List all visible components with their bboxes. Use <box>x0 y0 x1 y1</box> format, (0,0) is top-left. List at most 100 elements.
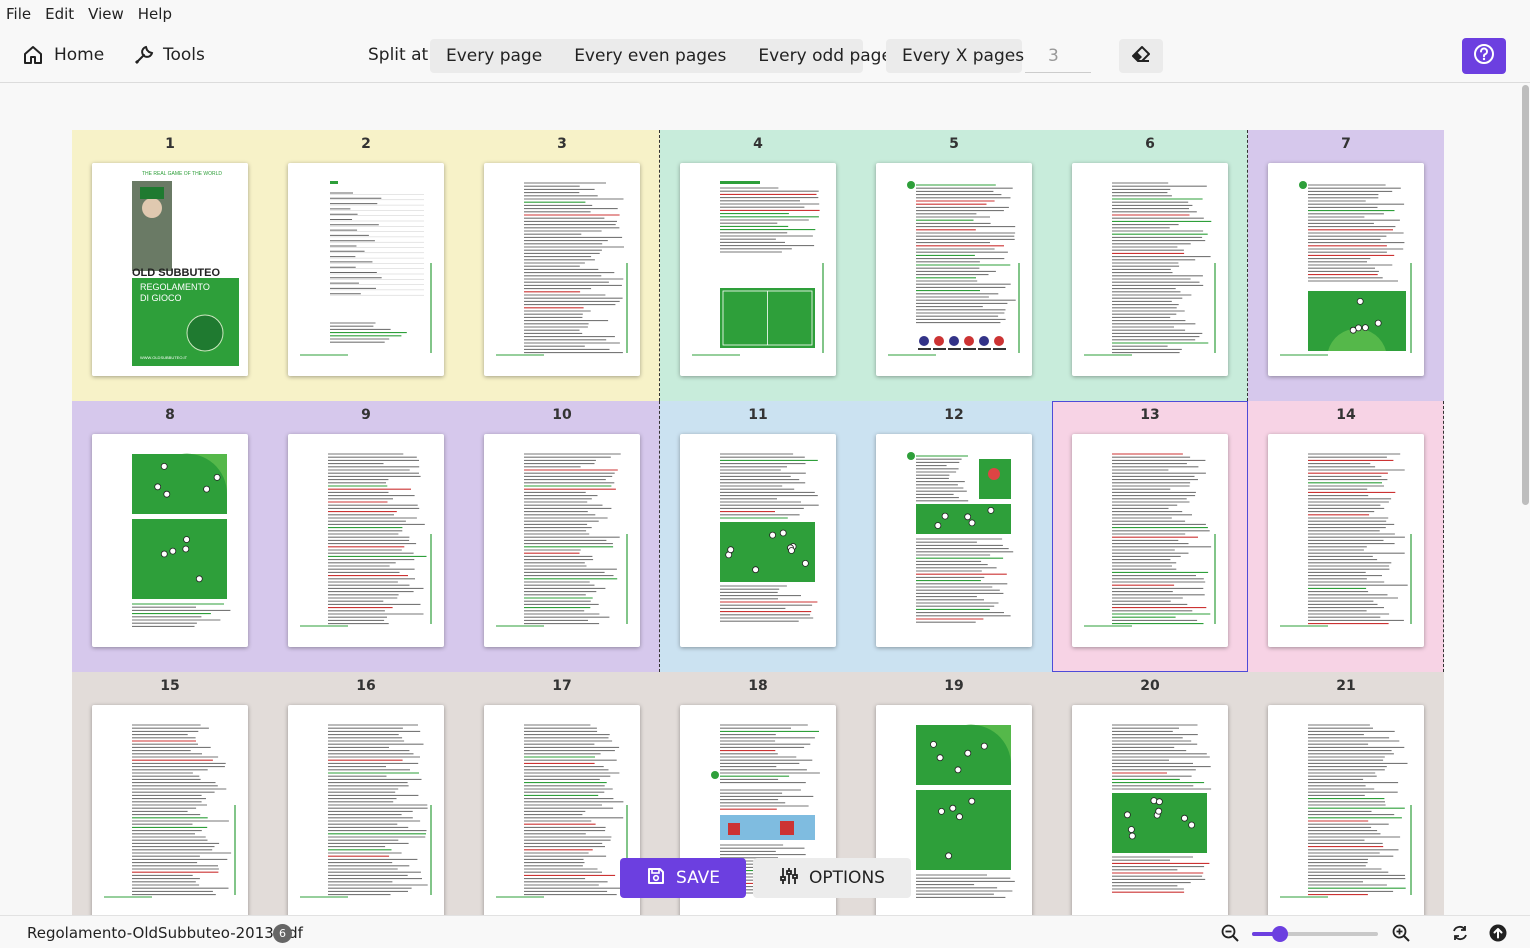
page-number: 1 <box>165 136 175 152</box>
help-icon <box>1473 43 1495 69</box>
cover-top-text: THE REAL GAME OF THE WORLD <box>142 171 222 177</box>
page-cell[interactable]: 5 <box>856 130 1052 401</box>
home-label: Home <box>54 45 105 65</box>
rotate-icon[interactable] <box>1450 923 1470 947</box>
page-number: 4 <box>753 136 763 152</box>
page-cell[interactable]: 4 <box>660 130 856 401</box>
split-marker[interactable] <box>659 130 660 401</box>
zoom-slider[interactable] <box>1252 926 1378 942</box>
file-name: Regolamento-OldSubbuteo-2013.pdf <box>27 924 303 942</box>
eraser-icon <box>1131 44 1151 69</box>
page-thumbnail[interactable] <box>484 705 640 915</box>
page-thumbnail[interactable] <box>876 163 1032 376</box>
page-thumbnail[interactable] <box>92 705 248 915</box>
page-thumbnail[interactable] <box>1268 705 1424 915</box>
page-thumbnail[interactable] <box>876 434 1032 647</box>
page-number: 5 <box>949 136 959 152</box>
page-thumbnail[interactable]: THE REAL GAME OF THE WORLD OLD SUBBUTEO RE… <box>92 163 248 376</box>
split-mode-group: Every page Every even pages Every odd pa… <box>430 39 901 73</box>
every-even-pages-button[interactable]: Every even pages <box>558 46 742 66</box>
page-thumbnail[interactable] <box>288 705 444 915</box>
help-button[interactable] <box>1462 38 1506 74</box>
status-bar: Regolamento-OldSubbuteo-2013.pdf 6 <box>0 915 1530 948</box>
selected-page-highlight <box>1052 401 1248 672</box>
cover-title: OLD SUBBUTEO <box>132 267 220 279</box>
every-x-pages-button[interactable]: Every X pages <box>886 39 1024 73</box>
page-thumbnail[interactable] <box>288 434 444 647</box>
menu-bar: File Edit View Help <box>0 0 1530 28</box>
page-cell[interactable]: 15 <box>72 672 268 915</box>
scrollbar-thumb[interactable] <box>1522 85 1529 505</box>
page-number: 2 <box>361 136 371 152</box>
save-button[interactable]: SAVE <box>620 858 746 898</box>
page-number: 9 <box>361 407 371 423</box>
menu-edit[interactable]: Edit <box>38 0 81 28</box>
page-cell[interactable]: 10 <box>464 401 660 672</box>
sliders-icon <box>779 866 799 891</box>
file-count-badge: 6 <box>273 924 292 943</box>
menu-view[interactable]: View <box>81 0 131 28</box>
page-thumbnail[interactable] <box>680 434 836 647</box>
page-thumbnail[interactable] <box>1268 434 1424 647</box>
upload-icon[interactable] <box>1488 923 1508 947</box>
page-cell[interactable]: 16 <box>268 672 464 915</box>
menu-help[interactable]: Help <box>131 0 179 28</box>
page-cell[interactable]: 1 THE REAL GAME OF THE WORLD OLD SUBBUTEO R… <box>72 130 268 401</box>
page-thumbnail[interactable] <box>680 163 836 376</box>
tools-button[interactable]: Tools <box>133 44 205 66</box>
page-thumbnail[interactable] <box>484 163 640 376</box>
page-number: 17 <box>552 678 572 694</box>
tools-label: Tools <box>163 45 205 65</box>
vertical-scrollbar[interactable] <box>1521 83 1530 915</box>
page-cell[interactable]: 9 <box>268 401 464 672</box>
split-marker[interactable] <box>1247 130 1248 401</box>
home-icon <box>22 44 44 66</box>
zoom-slider-handle[interactable] <box>1271 926 1288 942</box>
page-cell[interactable]: 20 <box>1052 672 1248 915</box>
page-thumbnail[interactable] <box>1072 705 1228 915</box>
split-marker[interactable] <box>1443 401 1444 672</box>
page-cell[interactable]: 7 <box>1248 130 1444 401</box>
page-cell[interactable]: 21 <box>1248 672 1444 915</box>
page-cell[interactable]: 6 <box>1052 130 1248 401</box>
cover-subtitle: REGOLAMENTO <box>140 282 210 292</box>
page-cell[interactable]: 14 <box>1248 401 1444 672</box>
x-pages-input[interactable]: 3 <box>1025 39 1091 73</box>
page-cell[interactable]: 2 <box>268 130 464 401</box>
page-number: 16 <box>356 678 376 694</box>
split-at-label: Split at: <box>368 45 434 65</box>
page-number: 20 <box>1140 678 1160 694</box>
page-number: 19 <box>944 678 964 694</box>
page-number: 15 <box>160 678 180 694</box>
options-label: OPTIONS <box>809 868 885 888</box>
cover-subtitle: DI GIOCO <box>140 293 182 303</box>
home-button[interactable]: Home <box>22 44 104 66</box>
tools-icon <box>133 44 155 66</box>
page-thumbnail[interactable] <box>1268 163 1424 376</box>
options-button[interactable]: OPTIONS <box>753 858 911 898</box>
page-thumbnail[interactable] <box>484 434 640 647</box>
split-marker[interactable] <box>659 401 660 672</box>
every-page-button[interactable]: Every page <box>430 46 558 66</box>
page-number: 14 <box>1336 407 1356 423</box>
zoom-out-icon[interactable] <box>1220 923 1240 947</box>
page-cell[interactable]: 3 <box>464 130 660 401</box>
page-cell[interactable]: 8 <box>72 401 268 672</box>
page-number: 6 <box>1145 136 1155 152</box>
page-thumbnail[interactable] <box>288 163 444 376</box>
page-number: 3 <box>557 136 567 152</box>
menu-file[interactable]: File <box>0 0 38 28</box>
page-number: 10 <box>552 407 572 423</box>
page-thumbnail[interactable] <box>1072 163 1228 376</box>
clear-button[interactable] <box>1119 39 1163 73</box>
page-number: 7 <box>1341 136 1351 152</box>
page-thumbnail[interactable] <box>92 434 248 647</box>
page-number: 12 <box>944 407 964 423</box>
zoom-in-icon[interactable] <box>1391 923 1411 947</box>
page-number: 11 <box>748 407 768 423</box>
page-cell[interactable]: 11 <box>660 401 856 672</box>
page-cell[interactable]: 12 <box>856 401 1052 672</box>
save-icon <box>646 866 666 891</box>
save-label: SAVE <box>675 868 721 888</box>
every-x-pages-label: Every X pages <box>902 46 1025 66</box>
